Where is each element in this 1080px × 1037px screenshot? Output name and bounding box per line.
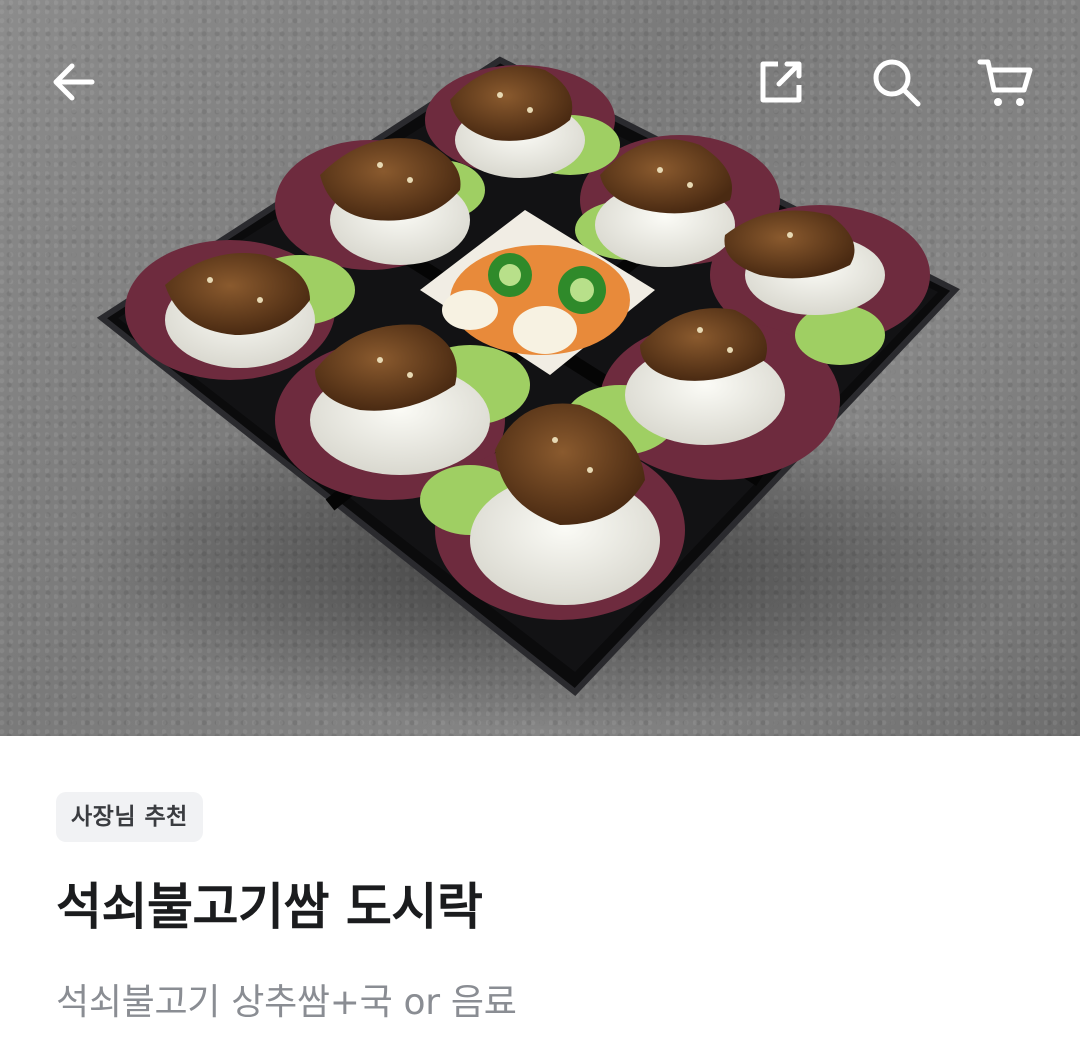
product-info: 사장님 추천 석쇠불고기쌈 도시락 석쇠불고기 상추쌈+국 or 음료 (0, 736, 1080, 1037)
recommend-badge: 사장님 추천 (56, 792, 203, 842)
product-title: 석쇠불고기쌈 도시락 (56, 878, 483, 936)
product-description: 석쇠불고기 상추쌈+국 or 음료 (56, 982, 517, 1023)
search-icon[interactable] (866, 52, 926, 112)
cart-icon[interactable] (976, 52, 1036, 112)
back-arrow-icon[interactable] (44, 52, 104, 112)
product-image (0, 0, 1080, 736)
share-icon[interactable] (751, 52, 811, 112)
